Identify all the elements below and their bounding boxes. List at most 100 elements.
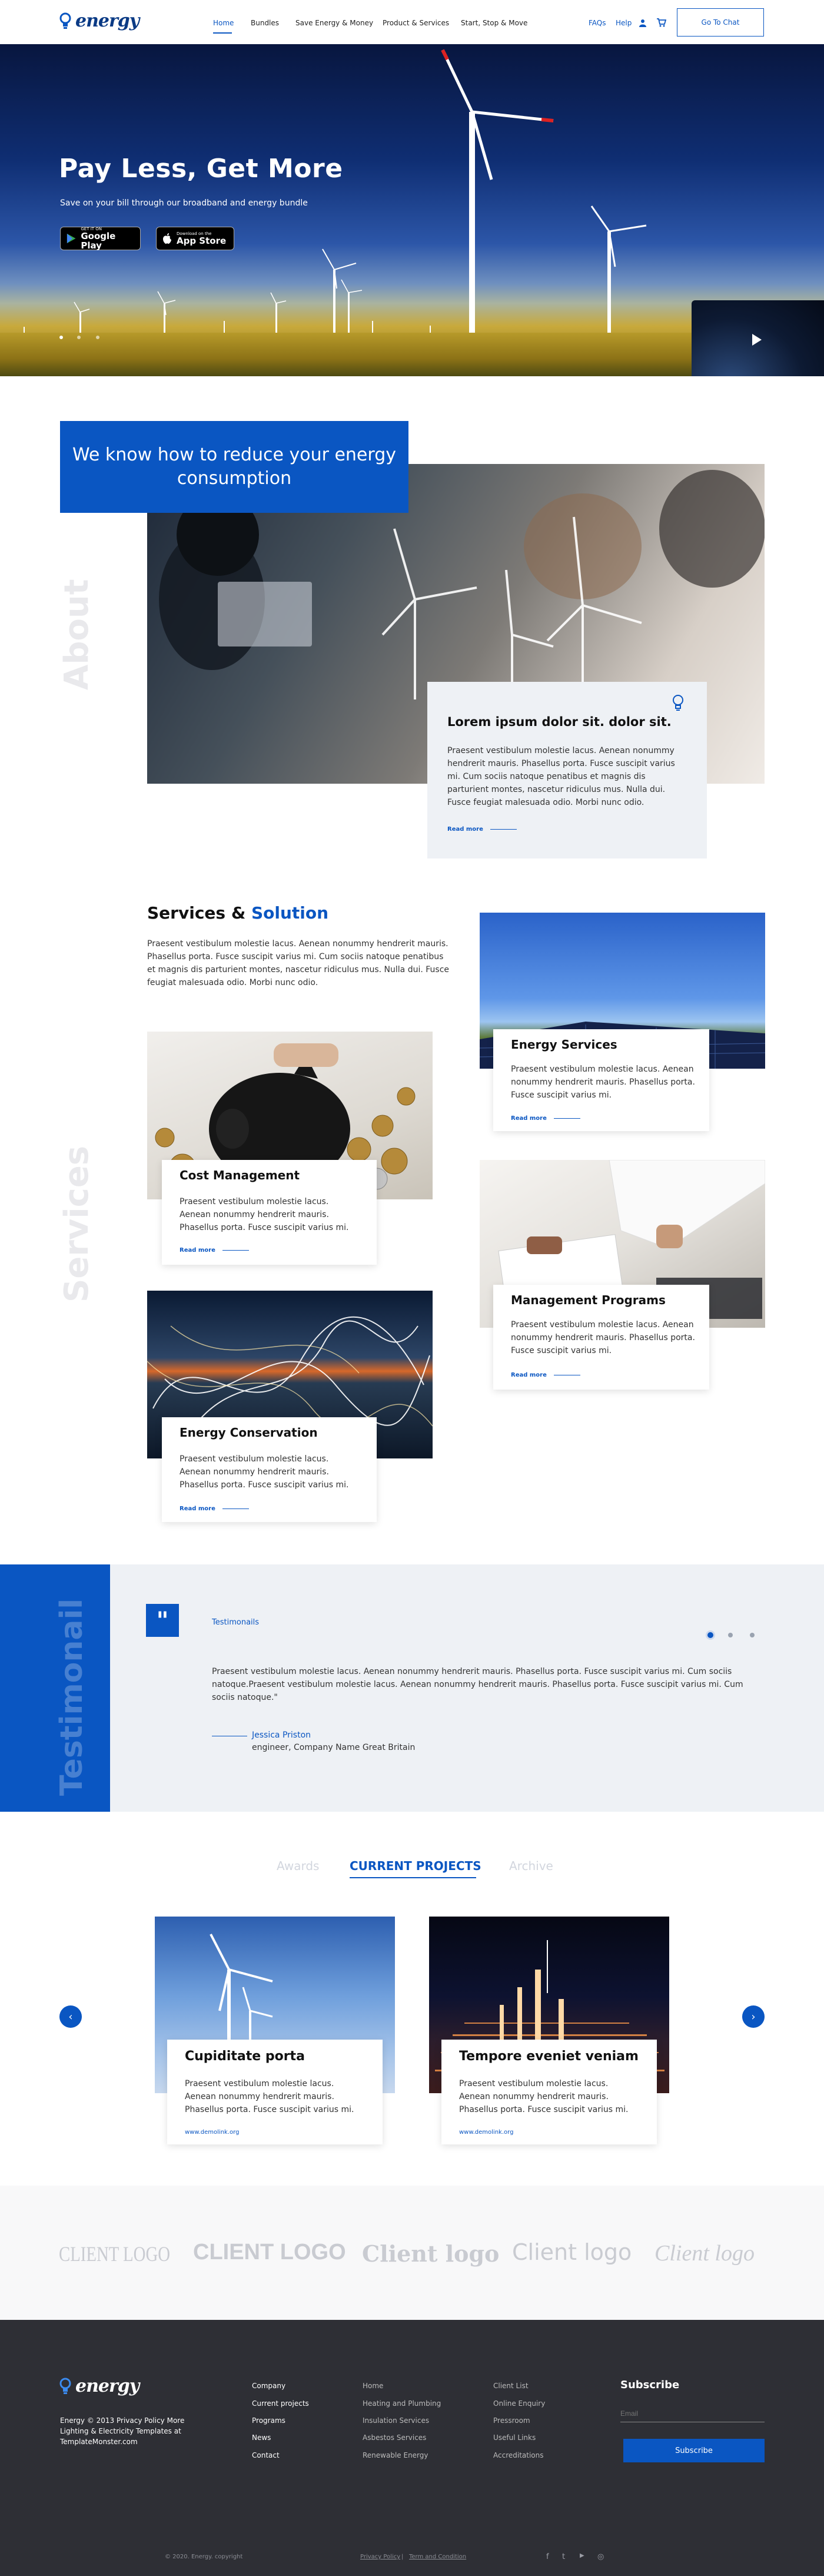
google-play-button[interactable]: GET IT ON Google Play <box>60 227 141 250</box>
footer-link[interactable]: Client List <box>493 2382 529 2390</box>
help-link[interactable]: Help <box>616 19 632 27</box>
footer-link[interactable]: Insulation Services <box>363 2416 429 2425</box>
go-to-chat-button[interactable]: Go To Chat <box>677 8 764 37</box>
footer-link[interactable]: Contact <box>252 2451 280 2459</box>
testimonials-vertical-label: Testimonail <box>54 1598 89 1796</box>
slider-dot[interactable] <box>96 336 99 339</box>
tab-archive[interactable]: Archive <box>509 1859 553 1873</box>
footer-link[interactable]: Company <box>252 2382 285 2390</box>
bulb-logo-icon <box>59 2378 71 2394</box>
project-text: Praesent vestibulum molestie lacus. Aene… <box>459 2079 629 2114</box>
service-card-title: Cost Management <box>180 1168 300 1182</box>
about-read-more[interactable]: Read more <box>447 826 517 833</box>
project-link[interactable]: www.demolink.org <box>185 2129 239 2136</box>
hero-title: Pay Less, Get More <box>59 154 343 184</box>
footer-link[interactable]: Renewable Energy <box>363 2451 428 2459</box>
twitter-icon[interactable]: t <box>562 2552 565 2561</box>
slider-dot[interactable] <box>77 336 81 339</box>
service-card-conservation: Energy Conservation Praesent vestibulum … <box>162 1417 377 1522</box>
google-play-label: Google Play <box>81 231 116 251</box>
brand-name: energy <box>75 11 139 31</box>
footer-link[interactable]: News <box>252 2434 271 2442</box>
nav-products[interactable]: Product & Services <box>383 19 449 27</box>
terms-link[interactable]: Term and Condition <box>409 2554 466 2560</box>
testimonial-dot[interactable] <box>728 1633 733 1637</box>
footer-link[interactable]: Current projects <box>252 2399 309 2408</box>
faqs-link[interactable]: FAQs <box>589 19 606 27</box>
footer-link[interactable]: Heating and Plumbing <box>363 2399 441 2408</box>
footer-link[interactable]: Online Enquiry <box>493 2399 545 2408</box>
user-icon[interactable] <box>639 19 647 27</box>
nav-save-energy[interactable]: Save Energy & Money <box>295 19 373 27</box>
footer-link[interactable]: Home <box>363 2382 383 2390</box>
bulb-logo-icon <box>59 12 71 29</box>
google-play-icon <box>67 233 76 244</box>
testimonial-dot[interactable] <box>750 1633 755 1637</box>
privacy-link[interactable]: Privacy Policy <box>360 2554 400 2560</box>
tab-current-projects[interactable]: CURRENT PROJECTS <box>350 1859 481 1873</box>
slider-dot[interactable] <box>59 336 63 339</box>
testimonials-label: Testimonails <box>212 1618 260 1627</box>
chevron-left-icon[interactable]: ‹ <box>59 2005 82 2028</box>
services-heading-b: Solution <box>251 903 329 923</box>
instagram-icon[interactable]: ◎ <box>597 2552 604 2561</box>
tab-awards[interactable]: Awards <box>277 1859 319 1873</box>
service-card-management: Management Programs Praesent vestibulum … <box>493 1285 709 1390</box>
project-title: Cupiditate porta <box>185 2049 305 2064</box>
app-store-label: App Store <box>177 236 227 246</box>
testimonial-role: engineer, Company Name Great Britain <box>252 1743 416 1752</box>
service-card-energy: Energy Services Praesent vestibulum mole… <box>493 1029 709 1131</box>
client-logo[interactable]: CLIENT LOGO <box>59 2242 170 2266</box>
client-logo[interactable]: CLIENT LOGO <box>193 2240 346 2265</box>
footer-link[interactable]: Pressroom <box>493 2416 530 2425</box>
active-tab-underline <box>350 1877 476 1878</box>
hero-subtitle: Save on your bill through our broadband … <box>60 198 308 208</box>
nav-home[interactable]: Home <box>213 19 234 27</box>
project-card: Cupiditate porta Praesent vestibulum mol… <box>167 2040 383 2144</box>
footer-link[interactable]: Programs <box>252 2416 285 2425</box>
project-link[interactable]: www.demolink.org <box>459 2129 513 2136</box>
service-card-text: Praesent vestibulum molestie lacus. Aene… <box>511 1065 695 1100</box>
chevron-right-icon[interactable]: › <box>742 2005 765 2028</box>
service-card-title: Energy Conservation <box>180 1425 318 1440</box>
site-header: energy Home Bundles Save Energy & Money … <box>0 0 824 44</box>
footer-link[interactable]: Asbestos Services <box>363 2434 426 2442</box>
facebook-icon[interactable]: f <box>546 2552 549 2561</box>
nav-active-underline <box>213 32 232 34</box>
footer-link[interactable]: Accreditations <box>493 2451 544 2459</box>
subscribe-button[interactable]: Subscribe <box>623 2439 765 2462</box>
subscribe-title: Subscribe <box>620 2379 680 2391</box>
testimonial-dot-active[interactable] <box>707 1632 713 1638</box>
about-vertical-label: About <box>58 579 96 690</box>
brand-logo[interactable]: energy <box>59 11 139 31</box>
service-card-title: Energy Services <box>511 1037 617 1052</box>
client-logo[interactable]: Client logo <box>654 2240 755 2266</box>
services-intro: Praesent vestibulum molestie lacus. Aene… <box>147 939 450 987</box>
project-text: Praesent vestibulum molestie lacus. Aene… <box>185 2079 354 2114</box>
email-field[interactable] <box>620 2405 765 2422</box>
services-vertical-label: Services <box>58 1145 96 1302</box>
service-card-text: Praesent vestibulum molestie lacus. Aene… <box>511 1320 695 1355</box>
testimonial-text: Praesent vestibulum molestie lacus. Aene… <box>212 1667 743 1702</box>
service-card-text: Praesent vestibulum molestie lacus. Aene… <box>180 1197 349 1232</box>
client-logo[interactable]: Client logo <box>362 2240 499 2267</box>
footer-separator: | <box>401 2554 404 2560</box>
service-read-more[interactable]: Read more <box>180 1506 249 1512</box>
quote-icon: " <box>146 1604 179 1637</box>
youtube-icon[interactable]: ▶ <box>580 2552 584 2559</box>
footer-link[interactable]: Useful Links <box>493 2434 536 2442</box>
about-card-text: Praesent vestibulum molestie lacus. Aene… <box>447 746 675 807</box>
app-store-button[interactable]: Download on the App Store <box>156 227 234 250</box>
client-logo[interactable]: Client logo <box>512 2239 632 2265</box>
project-title: Tempore eveniet veniam <box>459 2049 639 2064</box>
nav-bundles[interactable]: Bundles <box>251 19 279 27</box>
service-read-more[interactable]: Read more <box>180 1247 249 1254</box>
footer-logo[interactable]: energy <box>59 2376 139 2396</box>
service-read-more[interactable]: Read more <box>511 1372 580 1378</box>
services-heading-a: Services & <box>147 903 246 923</box>
nav-start-stop-move[interactable]: Start, Stop & Move <box>461 19 527 27</box>
play-icon[interactable] <box>752 334 762 346</box>
service-read-more[interactable]: Read more <box>511 1115 580 1122</box>
cart-icon[interactable] <box>657 18 666 27</box>
testimonial-author: Jessica Priston <box>252 1730 311 1740</box>
